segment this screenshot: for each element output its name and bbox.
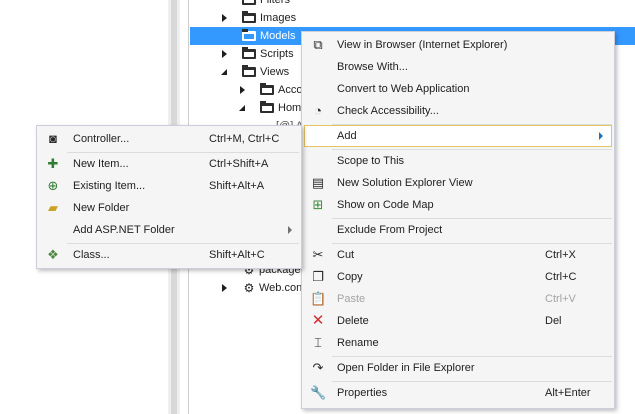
menu-item-existing-item[interactable]: ⊕ Existing Item... Shift+Alt+A bbox=[39, 175, 299, 197]
submenu-arrow-icon bbox=[288, 226, 292, 234]
tree-item-label: Acco bbox=[278, 84, 303, 96]
menu-item-label: Rename bbox=[337, 337, 379, 349]
folder-icon bbox=[242, 65, 256, 77]
menu-item-label: New Folder bbox=[73, 202, 130, 214]
menu-item-add[interactable]: Add bbox=[304, 125, 612, 147]
tree-item-label: Web.con bbox=[259, 282, 303, 294]
config-file-icon: ⚙ bbox=[243, 281, 255, 295]
menu-item-label: Add ASP.NET Folder bbox=[73, 224, 175, 236]
menu-item-label: Check Accessibility... bbox=[337, 105, 439, 117]
menu-item-convert-to-web-app[interactable]: Convert to Web Application bbox=[304, 78, 612, 100]
menu-item-class[interactable]: ❖ Class... Shift+Alt+C bbox=[39, 244, 299, 266]
add-submenu: ◙ Controller... Ctrl+M, Ctrl+C ✚ New Ite… bbox=[36, 125, 302, 269]
copy-icon: ❐ bbox=[312, 269, 324, 284]
menu-item-shortcut: Ctrl+X bbox=[545, 249, 576, 261]
menu-item-label: Add bbox=[337, 130, 357, 142]
menu-item-shortcut: Alt+Enter bbox=[545, 387, 591, 399]
folder-icon bbox=[242, 29, 256, 41]
menu-item-label: View in Browser (Internet Explorer) bbox=[337, 39, 508, 51]
menu-item-label: Open Folder in File Explorer bbox=[337, 362, 475, 374]
folder-icon bbox=[260, 101, 274, 113]
menu-item-copy[interactable]: ❐ Copy Ctrl+C bbox=[304, 266, 612, 288]
browser-icon: ⧉ bbox=[313, 37, 323, 52]
solution-explorer-view-icon: ▤ bbox=[311, 175, 325, 190]
menu-item-new-folder[interactable]: ▰ New Folder bbox=[39, 197, 299, 219]
menu-item-label: Cut bbox=[337, 249, 355, 261]
menu-item-label: Class... bbox=[73, 249, 110, 261]
menu-item-properties[interactable]: 🔧 Properties Alt+Enter bbox=[304, 382, 612, 404]
context-menu: ⧉ View in Browser (Internet Explorer) Br… bbox=[301, 31, 615, 409]
rename-icon: ⌶ bbox=[314, 335, 322, 350]
menu-item-shortcut: Shift+Alt+A bbox=[209, 180, 265, 192]
menu-item-label: Browse With... bbox=[337, 61, 408, 73]
open-folder-arrow-icon: ↷ bbox=[312, 360, 324, 375]
menu-item-browse-with[interactable]: Browse With... bbox=[304, 56, 612, 78]
expand-arrow-icon[interactable] bbox=[238, 81, 248, 99]
menu-item-shortcut: Ctrl+Shift+A bbox=[209, 158, 269, 170]
menu-item-label: New Solution Explorer View bbox=[337, 177, 473, 189]
tree-item-label: Views bbox=[260, 66, 290, 78]
expand-arrow-icon[interactable] bbox=[220, 279, 230, 297]
expand-arrow-icon[interactable] bbox=[220, 9, 230, 27]
menu-item-label: Paste bbox=[337, 293, 366, 305]
menu-item-shortcut: Ctrl+V bbox=[545, 293, 576, 305]
menu-item-shortcut: Shift+Alt+C bbox=[209, 249, 265, 261]
accessibility-icon: ◔ bbox=[314, 103, 322, 118]
tree-item-images[interactable]: Images bbox=[190, 9, 635, 27]
menu-item-paste[interactable]: 📋 Paste Ctrl+V bbox=[304, 288, 612, 310]
tree-item-filters[interactable]: Filters bbox=[190, 0, 635, 9]
expand-arrow-icon[interactable] bbox=[220, 45, 230, 63]
menu-item-scope-to-this[interactable]: Scope to This bbox=[304, 150, 612, 172]
menu-item-check-accessibility[interactable]: ◔ Check Accessibility... bbox=[304, 100, 612, 122]
collapse-arrow-icon[interactable] bbox=[238, 99, 248, 117]
menu-item-open-folder-in-explorer[interactable]: ↷ Open Folder in File Explorer bbox=[304, 357, 612, 379]
menu-item-label: Delete bbox=[337, 315, 369, 327]
menu-item-label: Existing Item... bbox=[73, 180, 146, 192]
folder-icon bbox=[242, 0, 256, 5]
menu-item-view-in-browser[interactable]: ⧉ View in Browser (Internet Explorer) bbox=[304, 34, 612, 56]
existing-item-icon: ⊕ bbox=[47, 178, 59, 193]
menu-item-new-item[interactable]: ✚ New Item... Ctrl+Shift+A bbox=[39, 153, 299, 175]
menu-item-label: Exclude From Project bbox=[337, 224, 443, 236]
new-item-icon: ✚ bbox=[47, 156, 59, 171]
tree-item-label: Filters bbox=[260, 0, 290, 6]
menu-item-controller[interactable]: ◙ Controller... Ctrl+M, Ctrl+C bbox=[39, 128, 299, 150]
wrench-icon: 🔧 bbox=[310, 385, 327, 400]
folder-icon bbox=[260, 83, 274, 95]
menu-item-add-aspnet-folder[interactable]: Add ASP.NET Folder bbox=[39, 219, 299, 241]
delete-x-icon: ✕ bbox=[311, 312, 325, 329]
menu-item-label: New Item... bbox=[73, 158, 129, 170]
code-map-icon: ⊞ bbox=[312, 197, 324, 212]
tree-item-label: Models bbox=[260, 30, 296, 42]
menu-item-rename[interactable]: ⌶ Rename bbox=[304, 332, 612, 354]
menu-item-label: Convert to Web Application bbox=[337, 83, 470, 95]
folder-icon bbox=[242, 11, 256, 23]
class-icon: ❖ bbox=[47, 247, 59, 262]
menu-item-shortcut: Ctrl+C bbox=[545, 271, 577, 283]
menu-item-label: Properties bbox=[337, 387, 388, 399]
menu-item-show-on-code-map[interactable]: ⊞ Show on Code Map bbox=[304, 194, 612, 216]
menu-item-delete[interactable]: ✕ Delete Del bbox=[304, 310, 612, 332]
menu-item-label: Scope to This bbox=[337, 155, 405, 167]
paste-icon: 📋 bbox=[310, 291, 327, 306]
tree-item-label: Images bbox=[260, 12, 297, 24]
menu-item-label: Controller... bbox=[73, 133, 130, 145]
scissors-icon: ✂ bbox=[312, 247, 324, 262]
menu-item-new-solution-explorer-view[interactable]: ▤ New Solution Explorer View bbox=[304, 172, 612, 194]
menu-item-label: Copy bbox=[337, 271, 363, 283]
new-folder-icon: ▰ bbox=[48, 200, 58, 215]
collapse-arrow-icon[interactable] bbox=[220, 63, 230, 81]
menu-item-shortcut: Ctrl+M, Ctrl+C bbox=[209, 133, 280, 145]
controller-icon: ◙ bbox=[49, 131, 57, 146]
menu-item-label: Show on Code Map bbox=[337, 199, 434, 211]
folder-icon bbox=[242, 47, 256, 59]
menu-item-cut[interactable]: ✂ Cut Ctrl+X bbox=[304, 244, 612, 266]
menu-item-exclude-from-project[interactable]: Exclude From Project bbox=[304, 219, 612, 241]
submenu-arrow-icon bbox=[599, 132, 603, 140]
menu-item-shortcut: Del bbox=[545, 315, 562, 327]
tree-item-label: Scripts bbox=[260, 48, 294, 60]
